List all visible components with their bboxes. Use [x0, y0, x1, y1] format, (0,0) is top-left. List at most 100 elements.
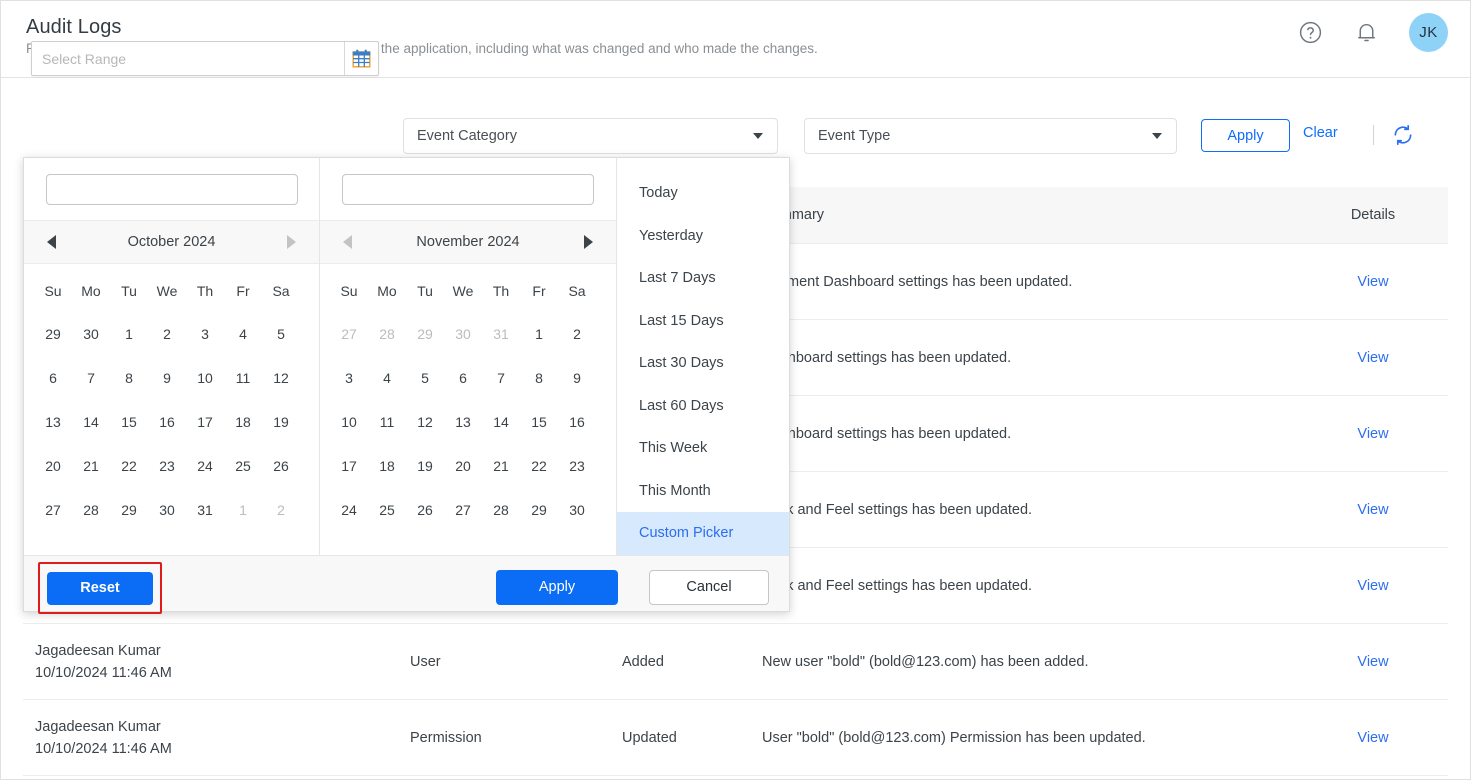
calendar-day[interactable]: 11: [224, 356, 262, 400]
calendar-day[interactable]: 11: [368, 400, 406, 444]
calendar-day[interactable]: 26: [406, 488, 444, 532]
view-link[interactable]: View: [1357, 426, 1388, 442]
calendar-day[interactable]: 24: [186, 444, 224, 488]
preset-last-15-days[interactable]: Last 15 Days: [617, 300, 789, 343]
apply-filter-button[interactable]: Apply: [1201, 119, 1290, 152]
calendar-day[interactable]: 13: [444, 400, 482, 444]
next-month-arrow-icon[interactable]: [287, 235, 296, 249]
calendar-day[interactable]: 18: [224, 400, 262, 444]
calendar-day[interactable]: 12: [262, 356, 300, 400]
calendar-day[interactable]: 9: [148, 356, 186, 400]
calendar-day[interactable]: 30: [558, 488, 596, 532]
calendar-day[interactable]: 28: [482, 488, 520, 532]
calendar-day[interactable]: 30: [148, 488, 186, 532]
calendar-day[interactable]: 13: [34, 400, 72, 444]
calendar-day[interactable]: 5: [262, 312, 300, 356]
cancel-button[interactable]: Cancel: [649, 570, 769, 605]
prev-month-arrow-icon[interactable]: [47, 235, 56, 249]
calendar-day[interactable]: 27: [330, 312, 368, 356]
question-circle-icon[interactable]: [1297, 20, 1323, 46]
calendar-icon[interactable]: [344, 42, 378, 75]
calendar-day[interactable]: 15: [110, 400, 148, 444]
calendar-day[interactable]: 8: [520, 356, 558, 400]
next-month-arrow-icon[interactable]: [584, 235, 593, 249]
clear-filter-button[interactable]: Clear: [1303, 125, 1338, 141]
calendar-day[interactable]: 7: [482, 356, 520, 400]
calendar-day[interactable]: 4: [368, 356, 406, 400]
preset-last-7-days[interactable]: Last 7 Days: [617, 257, 789, 300]
calendar-day[interactable]: 27: [444, 488, 482, 532]
calendar-day[interactable]: 16: [148, 400, 186, 444]
calendar-day[interactable]: 29: [110, 488, 148, 532]
calendar-day[interactable]: 7: [72, 356, 110, 400]
calendar-day[interactable]: 1: [520, 312, 558, 356]
calendar-day[interactable]: 15: [520, 400, 558, 444]
prev-month-arrow-icon[interactable]: [343, 235, 352, 249]
calendar-day[interactable]: 18: [368, 444, 406, 488]
calendar-day[interactable]: 30: [72, 312, 110, 356]
end-date-input[interactable]: [342, 174, 594, 205]
preset-custom-picker[interactable]: Custom Picker: [617, 512, 789, 555]
calendar-day[interactable]: 27: [34, 488, 72, 532]
calendar-day[interactable]: 10: [330, 400, 368, 444]
view-link[interactable]: View: [1357, 578, 1388, 594]
calendar-day[interactable]: 29: [520, 488, 558, 532]
calendar-day[interactable]: 20: [34, 444, 72, 488]
calendar-day[interactable]: 29: [34, 312, 72, 356]
calendar-day[interactable]: 25: [368, 488, 406, 532]
event-category-select[interactable]: Event Category: [403, 118, 778, 154]
calendar-day[interactable]: 19: [406, 444, 444, 488]
calendar-day[interactable]: 3: [330, 356, 368, 400]
calendar-day[interactable]: 23: [558, 444, 596, 488]
calendar-day[interactable]: 14: [72, 400, 110, 444]
view-link[interactable]: View: [1357, 274, 1388, 290]
reset-button[interactable]: Reset: [47, 572, 153, 605]
calendar-day[interactable]: 10: [186, 356, 224, 400]
calendar-day[interactable]: 2: [262, 488, 300, 532]
preset-this-month[interactable]: This Month: [617, 470, 789, 513]
preset-today[interactable]: Today: [617, 172, 789, 215]
date-range-field[interactable]: Select Range: [31, 41, 379, 76]
calendar-day[interactable]: 9: [558, 356, 596, 400]
bell-icon[interactable]: [1353, 20, 1379, 46]
calendar-day[interactable]: 2: [558, 312, 596, 356]
preset-last-60-days[interactable]: Last 60 Days: [617, 385, 789, 428]
calendar-day[interactable]: 19: [262, 400, 300, 444]
calendar-day[interactable]: 21: [72, 444, 110, 488]
view-link[interactable]: View: [1357, 502, 1388, 518]
calendar-day[interactable]: 12: [406, 400, 444, 444]
calendar-day[interactable]: 6: [34, 356, 72, 400]
calendar-day[interactable]: 3: [186, 312, 224, 356]
calendar-day[interactable]: 17: [186, 400, 224, 444]
view-link[interactable]: View: [1357, 654, 1388, 670]
calendar-day[interactable]: 29: [406, 312, 444, 356]
view-link[interactable]: View: [1357, 350, 1388, 366]
calendar-day[interactable]: 23: [148, 444, 186, 488]
calendar-day[interactable]: 28: [72, 488, 110, 532]
preset-yesterday[interactable]: Yesterday: [617, 215, 789, 258]
calendar-day[interactable]: 16: [558, 400, 596, 444]
calendar-day[interactable]: 28: [368, 312, 406, 356]
calendar-day[interactable]: 26: [262, 444, 300, 488]
calendar-day[interactable]: 1: [224, 488, 262, 532]
calendar-day[interactable]: 2: [148, 312, 186, 356]
calendar-day[interactable]: 22: [520, 444, 558, 488]
calendar-day[interactable]: 22: [110, 444, 148, 488]
avatar[interactable]: JK: [1409, 13, 1448, 52]
calendar-day[interactable]: 17: [330, 444, 368, 488]
calendar-day[interactable]: 14: [482, 400, 520, 444]
calendar-day[interactable]: 20: [444, 444, 482, 488]
view-link[interactable]: View: [1357, 730, 1388, 746]
calendar-day[interactable]: 4: [224, 312, 262, 356]
calendar-day[interactable]: 31: [482, 312, 520, 356]
calendar-day[interactable]: 1: [110, 312, 148, 356]
refresh-icon[interactable]: [1391, 123, 1417, 149]
calendar-day[interactable]: 24: [330, 488, 368, 532]
calendar-day[interactable]: 21: [482, 444, 520, 488]
preset-last-30-days[interactable]: Last 30 Days: [617, 342, 789, 385]
calendar-day[interactable]: 30: [444, 312, 482, 356]
preset-this-week[interactable]: This Week: [617, 427, 789, 470]
apply-button[interactable]: Apply: [496, 570, 618, 605]
calendar-day[interactable]: 31: [186, 488, 224, 532]
calendar-day[interactable]: 8: [110, 356, 148, 400]
